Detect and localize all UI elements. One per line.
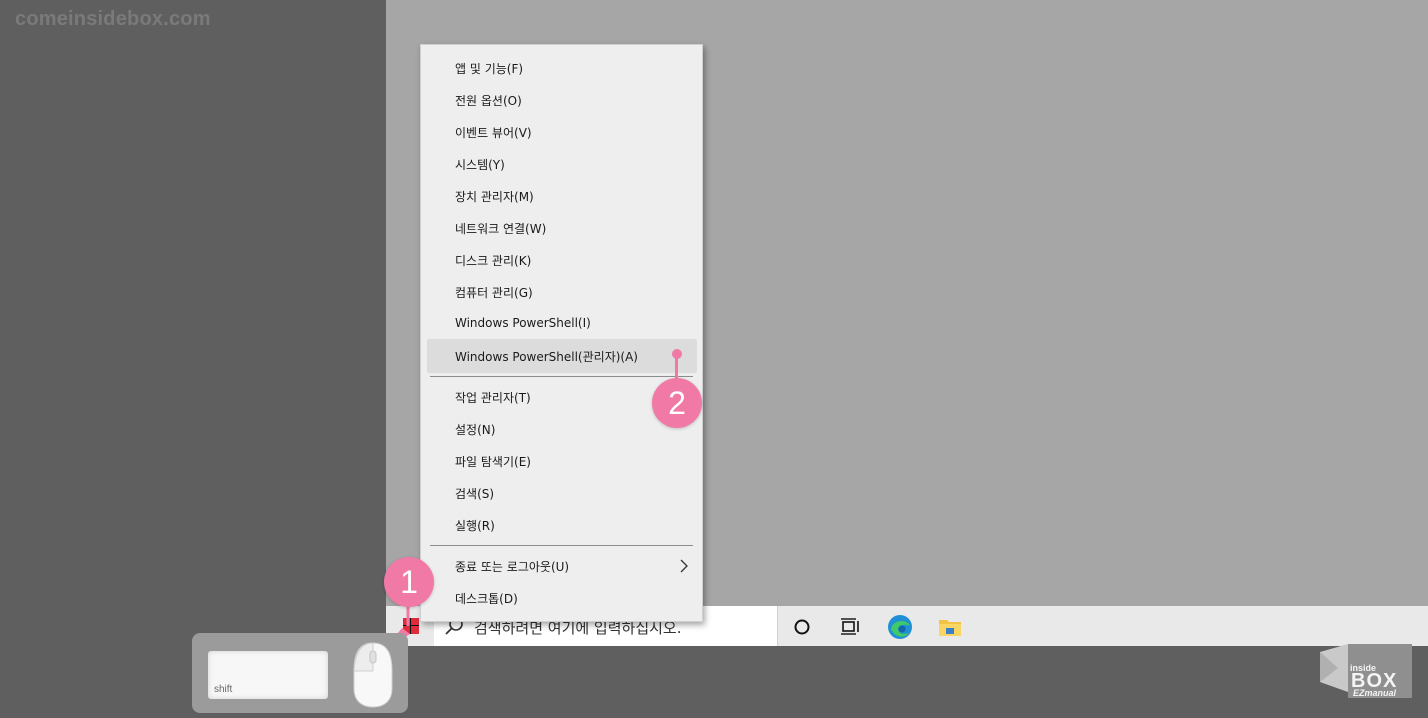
menu-item-label: 종료 또는 로그아웃(U) xyxy=(455,560,570,574)
menu-item-label: 장치 관리자(M) xyxy=(455,190,534,204)
menu-item-apps-features[interactable]: 앱 및 기능(F) xyxy=(427,52,697,84)
menu-item-shutdown-signout[interactable]: 종료 또는 로그아웃(U) xyxy=(427,550,697,582)
menu-item-label: 전원 옵션(O) xyxy=(455,94,522,108)
menu-item-label: 파일 탐색기(E) xyxy=(455,455,531,469)
shift-key-label: shift xyxy=(214,684,233,695)
file-explorer-button[interactable] xyxy=(936,613,964,641)
chevron-right-icon xyxy=(680,559,688,573)
menu-item-label: 작업 관리자(T) xyxy=(455,391,531,405)
menu-separator xyxy=(430,376,693,377)
menu-item-label: 데스크톱(D) xyxy=(455,592,518,606)
task-view-button[interactable] xyxy=(836,613,864,641)
site-watermark: comeinsidebox.com xyxy=(15,8,211,30)
menu-item-label: 디스크 관리(K) xyxy=(455,254,532,268)
menu-item-file-explorer[interactable]: 파일 탐색기(E) xyxy=(427,445,697,477)
menu-item-event-viewer[interactable]: 이벤트 뷰어(V) xyxy=(427,116,697,148)
menu-item-label: 검색(S) xyxy=(455,487,495,501)
menu-item-label: 시스템(Y) xyxy=(455,158,505,172)
mouse-icon xyxy=(353,642,393,708)
menu-item-network-connections[interactable]: 네트워크 연결(W) xyxy=(427,212,697,244)
menu-item-search[interactable]: 검색(S) xyxy=(427,477,697,509)
menu-item-label: Windows PowerShell(관리자)(A) xyxy=(455,350,638,364)
menu-item-label: 이벤트 뷰어(V) xyxy=(455,126,532,140)
menu-item-run[interactable]: 실행(R) xyxy=(427,509,697,541)
menu-separator xyxy=(430,545,693,546)
edge-browser-button[interactable] xyxy=(886,613,914,641)
menu-item-label: 실행(R) xyxy=(455,519,495,533)
task-view-icon xyxy=(841,618,859,635)
menu-item-powershell-admin[interactable]: Windows PowerShell(관리자)(A) xyxy=(427,339,697,373)
bottom-background xyxy=(386,646,1428,718)
annotation-1-badge: 1 xyxy=(384,557,434,607)
winx-context-menu: 앱 및 기능(F) 전원 옵션(O) 이벤트 뷰어(V) 시스템(Y) 장치 관… xyxy=(420,44,703,622)
folder-icon xyxy=(939,620,961,636)
shift-key: shift xyxy=(208,651,328,699)
left-background xyxy=(0,0,386,718)
menu-item-powershell[interactable]: Windows PowerShell(I) xyxy=(427,308,697,340)
menu-item-label: 설정(N) xyxy=(455,423,496,437)
menu-item-computer-management[interactable]: 컴퓨터 관리(G) xyxy=(427,276,697,308)
menu-item-label: Windows PowerShell(I) xyxy=(455,316,591,330)
menu-item-label: 앱 및 기능(F) xyxy=(455,62,524,76)
cortana-circle-icon xyxy=(794,619,810,635)
logo-text-bottom: EZmanual xyxy=(1353,688,1397,698)
input-hint-panel: shift xyxy=(192,633,408,713)
annotation-2-badge: 2 xyxy=(652,378,702,428)
menu-item-device-manager[interactable]: 장치 관리자(M) xyxy=(427,180,697,212)
menu-item-desktop[interactable]: 데스크톱(D) xyxy=(427,582,697,614)
edge-browser-icon xyxy=(888,615,912,639)
menu-item-power-options[interactable]: 전원 옵션(O) xyxy=(427,84,697,116)
menu-item-label: 네트워크 연결(W) xyxy=(455,222,547,236)
cortana-button[interactable] xyxy=(788,613,816,641)
menu-item-label: 컴퓨터 관리(G) xyxy=(455,286,533,300)
menu-item-disk-management[interactable]: 디스크 관리(K) xyxy=(427,244,697,276)
menu-item-system[interactable]: 시스템(Y) xyxy=(427,148,697,180)
